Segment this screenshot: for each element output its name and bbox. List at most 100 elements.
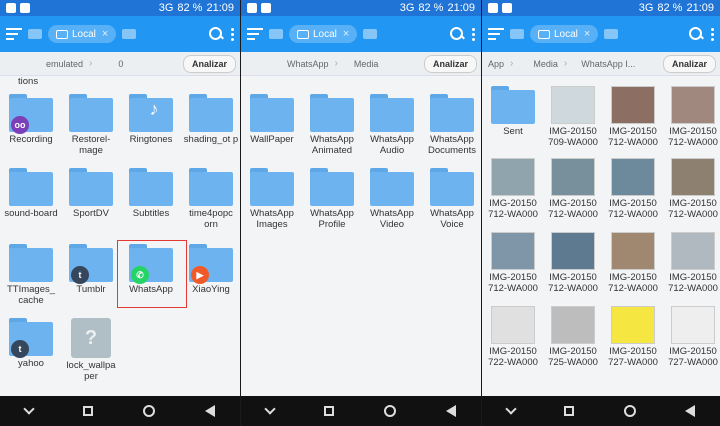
folder-item-lock-wallpa-per[interactable]: ? lock_wallpa per [61, 318, 121, 382]
image-file-item[interactable]: IMG-20150 722-WA000 [483, 306, 543, 368]
breadcrumb-item[interactable]: Media [348, 59, 385, 69]
folder-item-restorel-mage[interactable]: Restorel-mage [61, 94, 121, 156]
item-label: IMG-20150 712-WA000 [608, 126, 658, 148]
more-options-icon[interactable] [230, 27, 234, 41]
image-file-item[interactable]: IMG-20150 712-WA000 [483, 158, 543, 220]
image-file-item[interactable]: IMG-20150 712-WA000 [603, 158, 663, 220]
back-button[interactable] [685, 405, 696, 417]
search-icon[interactable] [208, 26, 224, 42]
home-icon[interactable] [510, 29, 524, 39]
image-file-item[interactable]: IMG-20150 727-WA000 [603, 306, 663, 368]
folder-item-yahoo[interactable]: t yahoo [1, 318, 61, 369]
image-thumbnail [671, 86, 715, 124]
image-file-item[interactable]: IMG-20150 712-WA000 [543, 158, 603, 220]
tab-local[interactable]: Local × [48, 25, 117, 43]
search-icon[interactable] [449, 26, 465, 42]
home-button[interactable] [384, 405, 396, 417]
item-label: XiaoYing [192, 284, 230, 295]
recent-apps-button[interactable] [83, 406, 93, 416]
more-options-icon[interactable] [471, 27, 475, 41]
home-icon[interactable] [269, 29, 283, 39]
analyze-button[interactable]: Analizar [662, 55, 716, 73]
partial-folder-label: tions [18, 76, 39, 87]
home-button[interactable] [143, 405, 155, 417]
breadcrumb-item[interactable]: App [482, 59, 510, 69]
panel-whatsapp-images: 3G 82 % 21:09 Local × App › Media › WhatsAp… [482, 0, 720, 426]
image-file-item[interactable]: IMG-20150 709-WA000 [543, 86, 603, 148]
image-file-item[interactable]: IMG-20150 712-WA000 [543, 232, 603, 294]
more-options-icon[interactable] [710, 27, 714, 41]
folder-item-shading-ot-p[interactable]: shading_ot p [181, 94, 240, 145]
folder-icon [491, 86, 535, 124]
hide-keyboard-icon[interactable] [505, 403, 517, 415]
back-button[interactable] [446, 405, 456, 417]
folder-item-whatsapp-profile[interactable]: WhatsApp Profile [302, 168, 362, 230]
folder-item-whatsapp-audio[interactable]: WhatsApp Audio [362, 94, 422, 156]
image-file-item[interactable]: IMG-20150 712-WA000 [603, 232, 663, 294]
breadcrumb-item[interactable]: 0 [112, 59, 129, 69]
tab-label: Local [313, 28, 337, 40]
folder-item-time4popc-orn[interactable]: time4popc orn [181, 168, 240, 230]
recent-apps-button[interactable] [324, 406, 334, 416]
folder-item-ringtones[interactable]: ♪ Ringtones [121, 94, 181, 145]
folder-item-tumblr[interactable]: t Tumblr [61, 244, 121, 295]
home-button[interactable] [623, 405, 636, 417]
image-thumbnail [551, 86, 595, 124]
breadcrumb-item[interactable]: WhatsApp I... [575, 59, 641, 69]
image-file-item[interactable]: IMG-20150 712-WA000 [663, 232, 720, 294]
window-icon[interactable] [363, 29, 378, 39]
battery-level: 82 % [177, 2, 203, 14]
tab-local[interactable]: Local × [530, 25, 599, 43]
folder-item-sound-board[interactable]: sound-board [1, 168, 61, 219]
item-label: Tumblr [76, 284, 106, 295]
status-bar: 3G 82 % 21:09 [0, 0, 240, 16]
window-icon[interactable] [604, 29, 619, 39]
image-file-item[interactable]: IMG-20150 712-WA000 [483, 232, 543, 294]
close-icon[interactable]: × [584, 28, 590, 40]
folder-item-whatsapp-animated[interactable]: WhatsApp Animated [302, 94, 362, 156]
image-file-item[interactable]: IMG-20150 712-WA000 [663, 158, 720, 220]
search-icon[interactable] [688, 26, 704, 42]
clock: 21:09 [686, 2, 714, 14]
folder-item-whatsapp-video[interactable]: WhatsApp Video [362, 168, 422, 230]
folder-item-sportdv[interactable]: SportDV [61, 168, 121, 219]
image-file-item[interactable]: IMG-20150 712-WA000 [603, 86, 663, 148]
image-thumbnail [491, 306, 535, 344]
back-button[interactable] [205, 405, 215, 417]
folder-item-whatsapp-voice[interactable]: WhatsApp Voice [422, 168, 481, 230]
folder-icon [370, 94, 414, 132]
folder-item-ttimages-cache[interactable]: TTImages_ cache [1, 244, 61, 306]
breadcrumb-item[interactable]: emulated [40, 59, 89, 69]
menu-icon[interactable] [6, 28, 22, 40]
analyze-button[interactable]: Analizar [182, 55, 236, 73]
menu-icon[interactable] [488, 28, 504, 40]
folder-item-xiaoying[interactable]: ▶ XiaoYing [181, 244, 240, 295]
close-icon[interactable]: × [343, 28, 349, 40]
image-file-item[interactable]: IMG-20150 727-WA000 [663, 306, 720, 368]
analyze-button[interactable]: Analizar [423, 55, 477, 73]
recent-apps-button[interactable] [564, 406, 575, 416]
window-icon[interactable] [122, 29, 137, 39]
folder-item-sent[interactable]: Sent [483, 86, 543, 137]
image-file-item[interactable]: IMG-20150 725-WA000 [543, 306, 603, 368]
image-file-item[interactable]: IMG-20150 712-WA000 [663, 86, 720, 148]
folder-item-whatsapp-images[interactable]: WhatsApp Images [242, 168, 302, 230]
hide-keyboard-icon[interactable] [23, 403, 35, 415]
image-thumbnail [611, 86, 655, 124]
tab-local[interactable]: Local × [289, 25, 358, 43]
menu-icon[interactable] [247, 28, 263, 40]
item-label: IMG-20150 712-WA000 [548, 198, 598, 220]
tab-label: Local [554, 28, 578, 40]
hide-keyboard-icon[interactable] [264, 403, 276, 415]
breadcrumb-item[interactable]: Media [527, 59, 564, 69]
status-bar: 3G 82 % 21:09 [482, 0, 720, 16]
folder-item-recording[interactable]: oo Recording [1, 94, 61, 145]
tab-label: Local [72, 28, 96, 40]
network-type: 3G [158, 2, 174, 14]
breadcrumb-item[interactable]: WhatsApp [281, 59, 335, 69]
home-icon[interactable] [28, 29, 42, 39]
folder-item-subtitles[interactable]: Subtitles [121, 168, 181, 219]
folder-item-wallpaper[interactable]: WallPaper [242, 94, 302, 145]
folder-item-whatsapp-documents[interactable]: WhatsApp Documents [422, 94, 481, 156]
close-icon[interactable]: × [102, 28, 108, 40]
